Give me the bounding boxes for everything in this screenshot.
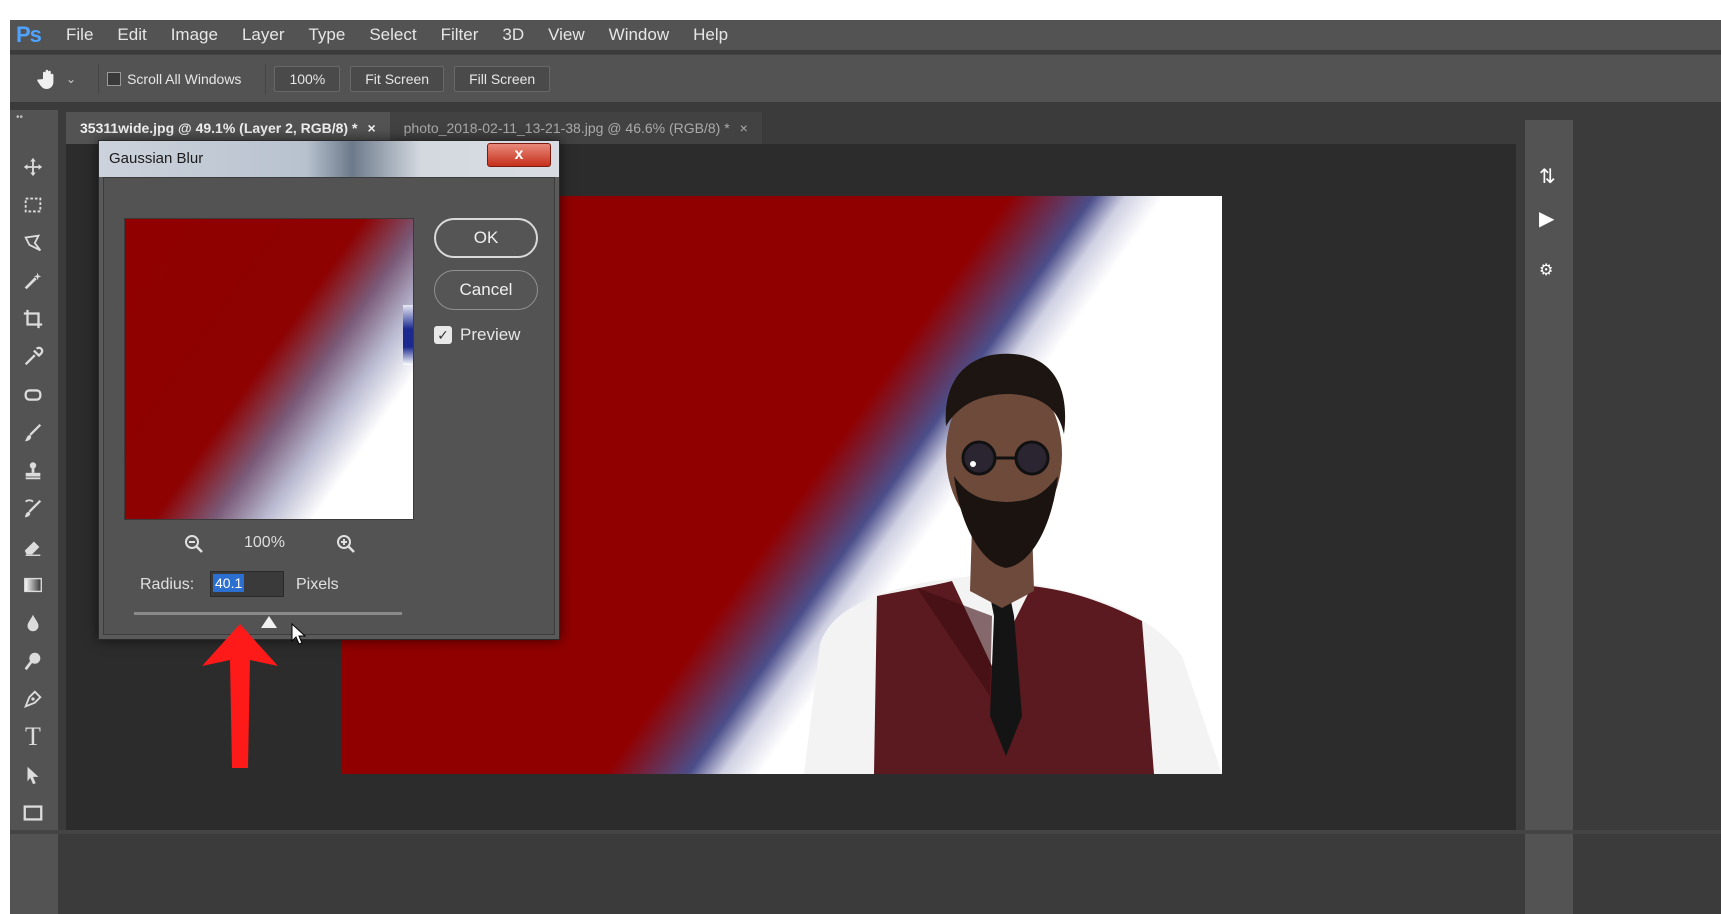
menu-view[interactable]: View bbox=[536, 25, 597, 45]
menu-select[interactable]: Select bbox=[357, 25, 428, 45]
preview-detail bbox=[403, 305, 413, 365]
scroll-all-windows-label: Scroll All Windows bbox=[127, 70, 242, 87]
menu-edit[interactable]: Edit bbox=[105, 25, 158, 45]
tab-label: photo_2018-02-11_13-21-38.jpg @ 46.6% (R… bbox=[403, 120, 730, 136]
separator bbox=[265, 63, 267, 94]
right-panel-strip: ⇅ ▶ ⚙ bbox=[1525, 120, 1573, 914]
blur-icon[interactable] bbox=[18, 608, 48, 638]
dialog-titlebar[interactable]: Gaussian Blur x bbox=[99, 141, 559, 177]
gaussian-blur-dialog: Gaussian Blur x 100% Radius: 40.1 Pixels… bbox=[98, 140, 560, 645]
tab-label: 35311wide.jpg @ 49.1% (Layer 2, RGB/8) * bbox=[80, 120, 358, 136]
close-button[interactable]: x bbox=[487, 143, 551, 167]
zoom-in-icon[interactable] bbox=[336, 534, 356, 559]
preview-label: Preview bbox=[460, 325, 521, 344]
menu-help[interactable]: Help bbox=[681, 25, 740, 45]
history-panel-icon[interactable]: ⇅ bbox=[1539, 164, 1556, 189]
radius-value: 40.1 bbox=[213, 574, 245, 592]
path-select-icon[interactable] bbox=[18, 760, 48, 790]
preview-zoom-level: 100% bbox=[244, 534, 285, 551]
menu-type[interactable]: Type bbox=[296, 25, 357, 45]
fill-screen-button[interactable]: Fill Screen bbox=[454, 65, 551, 92]
ok-button[interactable]: OK bbox=[434, 218, 538, 258]
history-brush-icon[interactable] bbox=[18, 494, 48, 524]
eraser-icon[interactable] bbox=[18, 532, 48, 562]
menu-file[interactable]: File bbox=[54, 25, 105, 45]
lasso-icon[interactable] bbox=[18, 228, 48, 258]
cancel-button[interactable]: Cancel bbox=[434, 270, 538, 310]
filter-preview[interactable] bbox=[124, 218, 414, 520]
rectangle-icon[interactable] bbox=[18, 798, 48, 828]
gradient-icon[interactable] bbox=[18, 570, 48, 600]
properties-icon[interactable]: ⚙ bbox=[1539, 260, 1553, 280]
dialog-body: 100% Radius: 40.1 Pixels OK Cancel ✓ Pre… bbox=[103, 177, 555, 645]
zoom-out-icon[interactable] bbox=[184, 534, 204, 559]
checkbox-icon[interactable] bbox=[107, 71, 122, 86]
document-tabs: 35311wide.jpg @ 49.1% (Layer 2, RGB/8) *… bbox=[66, 110, 1516, 144]
status-bar bbox=[10, 830, 1721, 834]
marquee-icon[interactable] bbox=[18, 190, 48, 220]
chevron-down-icon[interactable]: ⌄ bbox=[66, 72, 76, 86]
move-icon[interactable] bbox=[18, 152, 48, 182]
stamp-icon[interactable] bbox=[18, 456, 48, 486]
zoom-100-button[interactable]: 100% bbox=[274, 65, 341, 92]
close-icon[interactable]: × bbox=[740, 120, 748, 136]
menu-window[interactable]: Window bbox=[597, 25, 681, 45]
brush-icon[interactable] bbox=[18, 418, 48, 448]
unit-label: Pixels bbox=[296, 576, 339, 593]
panel-grip[interactable]: •• bbox=[10, 110, 58, 125]
annotation-arrow-icon bbox=[202, 624, 278, 768]
options-bar: ⌄ Scroll All Windows 100% Fit Screen Fil… bbox=[10, 54, 1721, 102]
menu-3d[interactable]: 3D bbox=[490, 25, 536, 45]
dialog-title: Gaussian Blur bbox=[109, 150, 204, 167]
tools-panel: •• T bbox=[10, 110, 58, 914]
photoshop-window: Ps File Edit Image Layer Type Select Fil… bbox=[10, 20, 1721, 914]
close-icon[interactable]: × bbox=[367, 120, 375, 136]
menu-filter[interactable]: Filter bbox=[429, 25, 491, 45]
menu-bar: Ps File Edit Image Layer Type Select Fil… bbox=[10, 20, 1721, 50]
fit-screen-button[interactable]: Fit Screen bbox=[350, 65, 445, 92]
separator bbox=[98, 63, 100, 94]
ps-logo: Ps bbox=[16, 22, 42, 47]
healing-icon[interactable] bbox=[18, 380, 48, 410]
eyedropper-icon[interactable] bbox=[18, 342, 48, 372]
menu-layer[interactable]: Layer bbox=[230, 25, 297, 45]
radius-slider[interactable] bbox=[134, 612, 402, 615]
menu-items: File Edit Image Layer Type Select Filter… bbox=[54, 25, 740, 45]
hand-icon[interactable] bbox=[30, 61, 66, 97]
crop-icon[interactable] bbox=[18, 304, 48, 334]
pen-icon[interactable] bbox=[18, 684, 48, 714]
play-icon[interactable]: ▶ bbox=[1539, 206, 1554, 231]
scroll-all-windows-checkbox[interactable]: Scroll All Windows bbox=[107, 71, 241, 87]
cursor-icon bbox=[291, 622, 307, 645]
radius-input[interactable]: 40.1 bbox=[210, 571, 284, 597]
dodge-icon[interactable] bbox=[18, 646, 48, 676]
preview-checkbox[interactable]: ✓ Preview bbox=[434, 325, 520, 345]
type-icon[interactable]: T bbox=[18, 722, 48, 752]
radius-label: Radius: bbox=[140, 576, 195, 593]
menu-image[interactable]: Image bbox=[159, 25, 230, 45]
magic-wand-icon[interactable] bbox=[18, 266, 48, 296]
checkmark-icon[interactable]: ✓ bbox=[434, 326, 452, 344]
